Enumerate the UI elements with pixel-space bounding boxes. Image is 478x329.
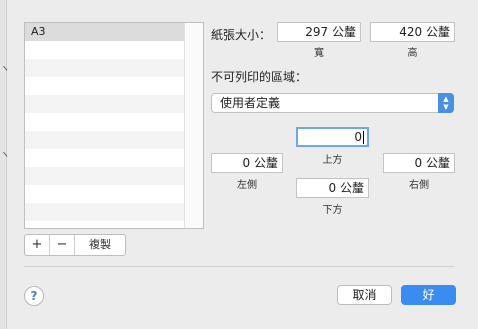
list-item[interactable]: [25, 167, 203, 185]
list-item[interactable]: A3: [25, 23, 203, 41]
list-item[interactable]: [25, 131, 203, 149]
bottom-caption: 下方: [322, 205, 343, 216]
duplicate-button[interactable]: 複製: [75, 235, 125, 255]
left-caption: 左側: [237, 180, 257, 191]
text-cursor: [363, 131, 364, 144]
height-caption: 高: [407, 48, 418, 59]
paper-width-field[interactable]: 297 公釐: [277, 22, 361, 42]
list-item[interactable]: [25, 77, 203, 95]
list-item[interactable]: [25, 41, 203, 59]
background-window-edge: ヽ ヽ: [0, 0, 10, 329]
width-caption: 寬: [314, 48, 324, 59]
list-toolbar: + − 複製: [24, 234, 126, 256]
right-caption: 右側: [409, 180, 429, 191]
ok-button[interactable]: 好: [401, 285, 456, 305]
popup-arrows-icon: ▲ ▼: [438, 93, 454, 113]
left-margin-field[interactable]: 0 公釐: [211, 153, 283, 173]
non-printable-label: 不可列印的區域：: [211, 70, 308, 84]
list-item[interactable]: [25, 95, 203, 113]
top-caption: 上方: [322, 155, 343, 166]
edge-glyph: ヽ: [0, 150, 10, 161]
list-item[interactable]: [25, 59, 203, 77]
cancel-button[interactable]: 取消: [337, 285, 392, 305]
right-margin-field[interactable]: 0 公釐: [383, 153, 455, 173]
top-margin-value: 0: [354, 130, 362, 144]
non-printable-popup[interactable]: 使用者定義 ▲ ▼: [211, 93, 454, 113]
popup-value: 使用者定義: [220, 96, 281, 110]
list-scrollbar[interactable]: [184, 23, 203, 228]
remove-size-button[interactable]: −: [50, 235, 75, 255]
list-item[interactable]: [25, 113, 203, 131]
add-size-button[interactable]: +: [25, 235, 50, 255]
list-item[interactable]: [25, 185, 203, 203]
paper-size-label: 紙張大小：: [211, 28, 272, 42]
edge-glyph: ヽ: [0, 64, 10, 75]
help-button[interactable]: ?: [24, 286, 44, 306]
top-margin-field[interactable]: 0: [296, 127, 369, 147]
list-item[interactable]: [25, 149, 203, 167]
bottom-margin-field[interactable]: 0 公釐: [296, 178, 369, 198]
list-item[interactable]: [25, 203, 203, 221]
footer-divider: [24, 266, 454, 267]
list-item[interactable]: [25, 221, 203, 228]
paper-size-list[interactable]: A3: [24, 22, 204, 229]
paper-height-field[interactable]: 420 公釐: [370, 22, 455, 42]
